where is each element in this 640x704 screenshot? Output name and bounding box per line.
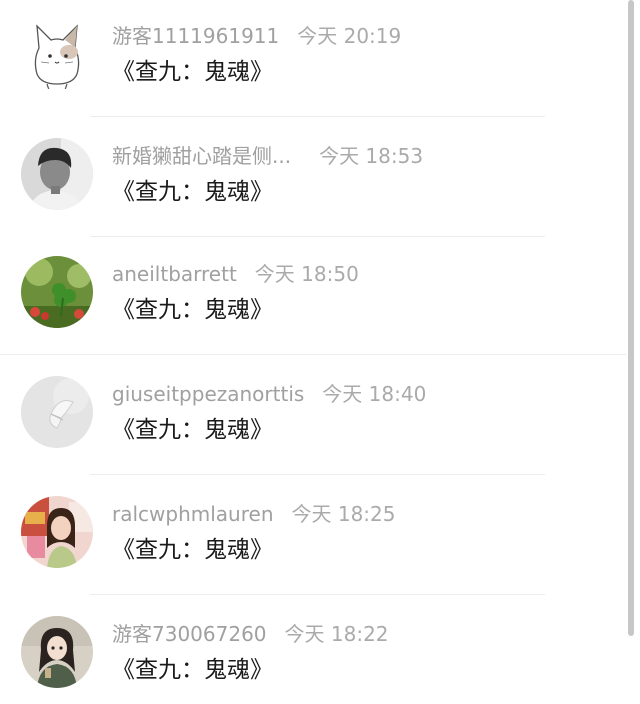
comment-meta: ralcwphmlauren 今天 18:25 [112, 500, 396, 528]
comment-text: 《查九：鬼魂》 [112, 657, 273, 683]
anime-girl-avatar-icon[interactable] [21, 616, 93, 688]
clover-photo-avatar-icon[interactable] [21, 256, 93, 328]
username[interactable]: giuseitppezanorttis [112, 380, 304, 408]
username[interactable]: aneiltbarrett [112, 260, 237, 288]
comment-meta: 新婚獭甜心踏是侧... 今天 18:53 [112, 142, 423, 170]
comment-item[interactable]: ralcwphmlauren 今天 18:25 《查九：鬼魂》 [0, 478, 626, 598]
divider [90, 474, 545, 475]
username[interactable]: 游客730067260 [112, 620, 267, 648]
comment-meta: 游客730067260 今天 18:22 [112, 620, 389, 648]
comment-list: 游客1111961911 今天 20:19 《查九：鬼魂》 新婚獭甜心踏是侧...… [0, 0, 640, 704]
comment-text: 《查九：鬼魂》 [112, 59, 273, 85]
comment-item[interactable]: 游客1111961911 今天 20:19 《查九：鬼魂》 [0, 0, 626, 120]
timestamp: 今天 18:40 [322, 382, 427, 406]
comment-text: 《查九：鬼魂》 [112, 537, 273, 563]
comment-item[interactable]: giuseitppezanorttis 今天 18:40 《查九：鬼魂》 [0, 358, 626, 478]
timestamp: 今天 18:50 [254, 262, 359, 286]
username[interactable]: 游客1111961911 [112, 22, 279, 50]
username[interactable]: ralcwphmlauren [112, 500, 274, 528]
comment-item[interactable]: 新婚獭甜心踏是侧... 今天 18:53 《查九：鬼魂》 [0, 120, 626, 240]
comment-meta: giuseitppezanorttis 今天 18:40 [112, 380, 426, 408]
butterfly-avatar-icon[interactable] [21, 376, 93, 448]
scrollbar[interactable] [628, 0, 634, 636]
timestamp: 今天 18:25 [291, 502, 396, 526]
boy-photo-avatar-icon[interactable] [21, 138, 93, 210]
comment-text: 《查九：鬼魂》 [112, 417, 273, 443]
divider [90, 236, 545, 237]
comment-meta: 游客1111961911 今天 20:19 [112, 22, 401, 50]
divider [0, 354, 626, 355]
comment-meta: aneiltbarrett 今天 18:50 [112, 260, 359, 288]
timestamp: 今天 20:19 [297, 24, 402, 48]
comment-item[interactable]: aneiltbarrett 今天 18:50 《查九：鬼魂》 [0, 238, 626, 358]
divider [90, 116, 545, 117]
divider [90, 594, 545, 595]
girl-photo-avatar-icon[interactable] [21, 496, 93, 568]
cat-avatar-icon[interactable] [21, 18, 93, 90]
timestamp: 今天 18:53 [319, 144, 424, 168]
comment-text: 《查九：鬼魂》 [112, 179, 273, 205]
comment-text: 《查九：鬼魂》 [112, 297, 273, 323]
comment-item[interactable]: 游客730067260 今天 18:22 《查九：鬼魂》 [0, 598, 626, 704]
username[interactable]: 新婚獭甜心踏是侧... [112, 142, 291, 170]
timestamp: 今天 18:22 [284, 622, 389, 646]
